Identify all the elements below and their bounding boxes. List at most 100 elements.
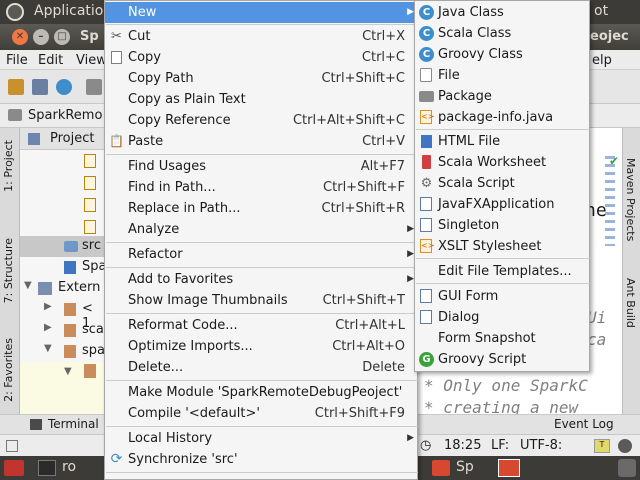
jar-icon [64, 324, 76, 337]
menu-item-new[interactable]: New ▶ [105, 2, 417, 23]
submenu-item-scala-worksheet[interactable]: Scala Worksheet [415, 152, 589, 173]
trash-icon[interactable] [618, 459, 636, 477]
submenu-arrow-icon: ▶ [407, 249, 414, 259]
intellij-active-icon[interactable] [498, 459, 520, 477]
scala-class-icon: C [419, 26, 434, 41]
caret-position[interactable]: 18:25 [444, 438, 481, 453]
menu-item-make-module[interactable]: Make Module 'SparkRemoteDebugPeoject' [105, 382, 417, 403]
readonly-toggle-icon[interactable]: T [594, 439, 610, 453]
terminal-app-icon[interactable] [38, 460, 56, 476]
submenu-item-edit-file-templates[interactable]: Edit File Templates... [415, 261, 589, 282]
tab-favorites[interactable]: 2: Favorites [2, 338, 15, 402]
submenu-item-form-snapshot[interactable]: Form Snapshot [415, 328, 589, 349]
tab-maven-projects[interactable]: Maven Projects [624, 158, 637, 241]
tab-structure[interactable]: 7: Structure [2, 238, 15, 303]
line-separator[interactable]: LF: [491, 438, 509, 453]
inspector-icon[interactable] [618, 439, 632, 453]
xml-file-icon[interactable] [84, 198, 96, 212]
menu-item-paste[interactable]: 📋 Paste Ctrl+V [105, 131, 417, 152]
sync-toolbar-icon[interactable] [56, 79, 72, 95]
xml-file-icon[interactable] [84, 220, 96, 234]
submenu-item-java-class[interactable]: C Java Class [415, 2, 589, 23]
submenu-item-groovy-class[interactable]: C Groovy Class [415, 44, 589, 65]
menu-view[interactable]: View [76, 53, 107, 68]
menu-item-show-image-thumbnails[interactable]: Show Image Thumbnails Ctrl+Shift+T [105, 290, 417, 311]
menu-item-copy-plain-text[interactable]: Copy as Plain Text [105, 89, 417, 110]
menu-item-add-to-favorites[interactable]: Add to Favorites ▶ [105, 269, 417, 290]
submenu-item-scala-class[interactable]: C Scala Class [415, 23, 589, 44]
menu-edit[interactable]: Edit [38, 53, 63, 68]
submenu-item-singleton[interactable]: Singleton [415, 215, 589, 236]
tree-row-spark-lib[interactable]: ▼ spa [20, 341, 105, 362]
tab-project[interactable]: 1: Project [2, 140, 15, 192]
tab-event-log[interactable]: Event Log [554, 417, 614, 431]
tree-label: src [82, 238, 101, 253]
submenu-item-scala-script[interactable]: ⚙ Scala Script [415, 173, 589, 194]
submenu-item-xslt-stylesheet[interactable]: <> XSLT Stylesheet [415, 236, 589, 257]
menu-item-synchronize[interactable]: ⟳ Synchronize 'src' [105, 449, 417, 470]
menu-item-local-history[interactable]: Local History ▶ [105, 428, 417, 449]
submenu-item-package-info[interactable]: <> package-info.java [415, 107, 589, 128]
tab-ant-build[interactable]: Ant Build [624, 278, 637, 328]
jar-icon [64, 345, 76, 358]
menu-help[interactable]: elp [592, 53, 612, 68]
open-folder-icon[interactable] [8, 79, 24, 95]
submenu-item-gui-form[interactable]: GUI Form [415, 286, 589, 307]
intellij-app-icon[interactable] [432, 460, 450, 476]
back-icon[interactable] [86, 79, 102, 95]
submenu-item-javafx-application[interactable]: JavaFXApplication [415, 194, 589, 215]
save-icon[interactable] [32, 79, 48, 95]
close-window-button[interactable]: ✕ [12, 29, 28, 45]
menu-item-delete[interactable]: Delete... Delete [105, 357, 417, 378]
tree-label: Extern [58, 280, 101, 295]
maximize-window-button[interactable]: □ [54, 29, 70, 45]
chevron-right-icon[interactable]: ▶ [44, 322, 52, 333]
menu-item-copy-path[interactable]: Copy Path Ctrl+Shift+C [105, 68, 417, 89]
xml-file-icon[interactable] [84, 154, 96, 168]
toggle-tool-windows-icon[interactable] [6, 440, 18, 452]
chevron-down-icon[interactable]: ▼ [24, 280, 32, 291]
chevron-right-icon[interactable]: ▶ [44, 301, 52, 312]
tree-row-jdk[interactable]: ▶ < 1 [20, 299, 104, 331]
menu-item-refactor[interactable]: Refactor ▶ [105, 244, 417, 265]
menu-item-compile[interactable]: Compile '<default>' Ctrl+Shift+F9 [105, 403, 417, 424]
menu-item-find-in-path[interactable]: Find in Path... Ctrl+Shift+F [105, 177, 417, 198]
menu-item-copy[interactable]: Copy Ctrl+C [105, 47, 417, 68]
submenu-item-package[interactable]: Package [415, 86, 589, 107]
tab-terminal[interactable]: Terminal [48, 417, 99, 431]
menu-file[interactable]: File [6, 53, 28, 68]
tree-row-spark[interactable]: Spa [20, 257, 106, 278]
minimize-window-button[interactable]: – [33, 29, 49, 45]
tree-row-external[interactable]: ▼ Extern [20, 278, 104, 299]
source-folder-icon [64, 241, 78, 252]
terminal-icon [30, 419, 42, 430]
submenu-item-dialog[interactable]: Dialog [415, 307, 589, 328]
taskbar-item[interactable]: ro [62, 459, 76, 475]
file-encoding[interactable]: UTF-8: [520, 438, 562, 453]
chevron-down-icon[interactable]: ▼ [64, 366, 72, 377]
menu-separator [106, 24, 418, 25]
submenu-item-file[interactable]: File [415, 65, 589, 86]
menu-item-reformat-code[interactable]: Reformat Code... Ctrl+Alt+L [105, 315, 417, 336]
submenu-item-html-file[interactable]: HTML File [415, 131, 589, 152]
taskbar-item[interactable]: Sp [456, 459, 474, 475]
menu-separator [106, 242, 418, 243]
launcher-icon[interactable] [4, 460, 24, 476]
submenu-arrow-icon: ▶ [407, 7, 414, 17]
menu-item-replace-in-path[interactable]: Replace in Path... Ctrl+Shift+R [105, 198, 417, 219]
tree-row-scala[interactable]: ▶ sca [20, 320, 104, 341]
menu-separator [106, 472, 418, 473]
menu-item-optimize-imports[interactable]: Optimize Imports... Ctrl+Alt+O [105, 336, 417, 357]
tree-row-src[interactable]: src [20, 236, 104, 257]
breadcrumb[interactable]: SparkRemo [28, 108, 102, 123]
submenu-item-groovy-script[interactable]: G Groovy Script [415, 349, 589, 370]
tree-label: sca [82, 322, 104, 337]
menu-item-find-usages[interactable]: Find Usages Alt+F7 [105, 156, 417, 177]
xml-file-icon[interactable] [84, 176, 96, 190]
ubuntu-logo-icon[interactable] [6, 3, 24, 21]
menu-item-analyze[interactable]: Analyze ▶ [105, 219, 417, 240]
window-title-right: eojec [590, 29, 629, 44]
menu-item-copy-reference[interactable]: Copy Reference Ctrl+Alt+Shift+C [105, 110, 417, 131]
chevron-down-icon[interactable]: ▼ [44, 343, 52, 354]
menu-item-cut[interactable]: ✂ Cut Ctrl+X [105, 26, 417, 47]
